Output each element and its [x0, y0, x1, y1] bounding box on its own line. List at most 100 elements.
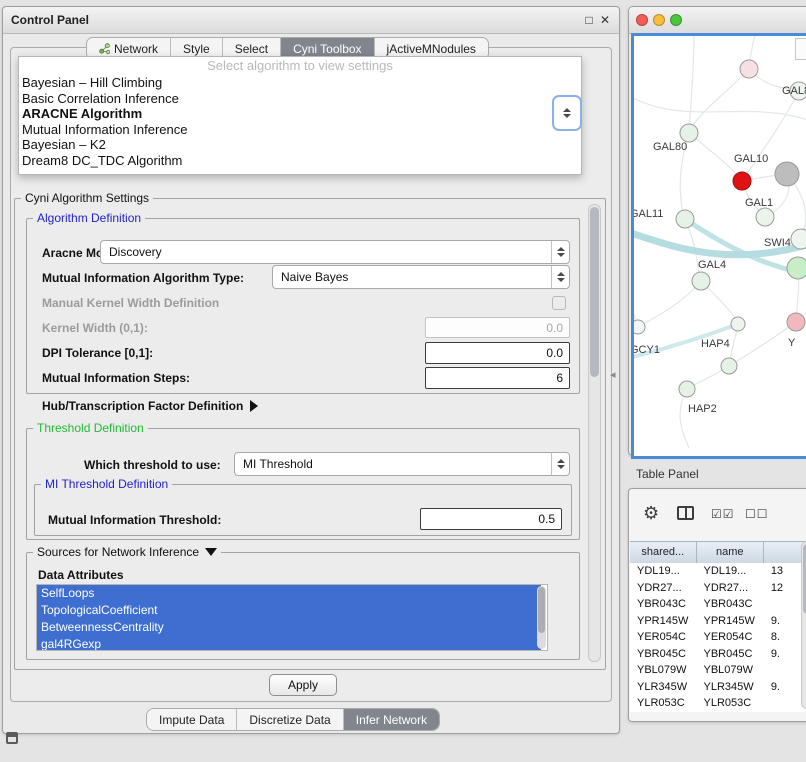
- mi-threshold-input[interactable]: [420, 508, 562, 530]
- panel-collapse-icon[interactable]: ◂: [610, 368, 616, 381]
- dpi-tolerance-input[interactable]: [425, 342, 570, 364]
- manual-kernel-checkbox[interactable]: [552, 296, 566, 310]
- settings-scrollbar[interactable]: [588, 204, 601, 662]
- cell-value: [764, 695, 806, 712]
- network-node-selected[interactable]: [733, 172, 751, 190]
- cell-shared-name: YLR053C: [630, 695, 697, 712]
- mi-steps-input[interactable]: [425, 367, 570, 389]
- cyni-bottom-tabbar: Impute Data Discretize Data Infer Networ…: [146, 708, 440, 731]
- list-item[interactable]: SelfLoops: [37, 585, 541, 602]
- deselect-all-checkboxes-icon[interactable]: ☐☐: [745, 507, 769, 521]
- restore-panel-icon[interactable]: [6, 732, 18, 744]
- network-node[interactable]: [775, 162, 799, 186]
- kernel-width-label: Kernel Width (0,1):: [42, 321, 148, 335]
- close-icon[interactable]: ✕: [597, 13, 613, 27]
- zoom-traffic-light[interactable]: [670, 14, 682, 26]
- network-node[interactable]: [721, 358, 737, 374]
- table-row[interactable]: YBL079W YBL079W: [630, 662, 806, 679]
- network-viewport[interactable]: GAL8 GAL80 GAL10 GAL11 GAL1 SWI4 GAL4 GC…: [631, 33, 806, 459]
- sources-toggle[interactable]: Sources for Network Inference: [33, 545, 221, 559]
- table-row[interactable]: YBR043C YBR043C: [630, 596, 806, 613]
- algorithm-option[interactable]: Bayesian – K2: [19, 137, 581, 153]
- gear-icon[interactable]: ⚙: [643, 503, 659, 524]
- data-attributes-label: Data Attributes: [38, 568, 124, 582]
- chevron-down-icon: [205, 548, 217, 556]
- sources-title: Sources for Network Inference: [37, 545, 199, 559]
- aracne-mode-value: Discovery: [101, 245, 551, 259]
- list-scrollbar-thumb[interactable]: [538, 587, 545, 633]
- node-label: GAL4: [698, 259, 726, 271]
- settings-scrollbar-thumb[interactable]: [590, 207, 599, 377]
- network-node[interactable]: [791, 229, 806, 249]
- network-graph: GAL8 GAL80 GAL10 GAL11 GAL1 SWI4 GAL4 GC…: [634, 36, 806, 450]
- list-item[interactable]: TopologicalCoefficient: [37, 602, 541, 619]
- column-header-3[interactable]: [764, 542, 806, 564]
- aracne-mode-select[interactable]: Discovery: [100, 240, 570, 264]
- cell-value: 9.: [764, 679, 806, 696]
- kernel-width-input[interactable]: [425, 317, 570, 338]
- list-item[interactable]: BetweennessCentrality: [37, 619, 541, 636]
- list-scrollbar[interactable]: [537, 586, 546, 649]
- tab-impute-data[interactable]: Impute Data: [147, 709, 237, 730]
- network-node[interactable]: [787, 313, 805, 331]
- network-scrollbar[interactable]: [795, 38, 806, 60]
- column-mapping-icon[interactable]: [677, 506, 694, 520]
- mi-steps-label: Mutual Information Steps:: [42, 371, 190, 385]
- cell-name: YLR345W: [697, 679, 764, 696]
- node-label: HAP2: [688, 403, 717, 415]
- cell-shared-name: YBL079W: [630, 662, 697, 679]
- algorithm-option[interactable]: Mutual Information Inference: [19, 122, 581, 138]
- select-all-checkboxes-icon[interactable]: ☑☑: [711, 507, 735, 521]
- mi-threshold-group-title: MI Threshold Definition: [41, 477, 172, 491]
- table-row[interactable]: YLR345W YLR345W 9.: [630, 679, 806, 696]
- table-row[interactable]: YDR27... YDR27... 12: [630, 580, 806, 597]
- network-node[interactable]: [634, 320, 645, 334]
- cell-name: YER054C: [697, 629, 764, 646]
- algorithm-option[interactable]: Bayesian – Hill Climbing: [19, 75, 581, 91]
- which-threshold-select[interactable]: MI Threshold: [234, 452, 570, 476]
- chevron-right-icon: [250, 400, 258, 412]
- tab-discretize-data[interactable]: Discretize Data: [237, 709, 343, 730]
- table-header-row: shared... name: [630, 541, 806, 565]
- combo-arrows-icon: [551, 266, 569, 288]
- algorithm-placeholder: Select algorithm to view settings: [19, 57, 581, 75]
- cell-name: YPR145W: [697, 613, 764, 630]
- algorithm-option-selected[interactable]: ARACNE Algorithm: [19, 106, 581, 122]
- network-node[interactable]: [680, 124, 698, 142]
- table-row[interactable]: YDL19... YDL19... 13: [630, 563, 806, 580]
- algorithm-option[interactable]: Basic Correlation Inference: [19, 91, 581, 107]
- tab-infer-network-label: Infer Network: [356, 713, 427, 727]
- table-row[interactable]: YLR053C YLR053C: [630, 695, 806, 712]
- which-threshold-value: MI Threshold: [235, 457, 551, 471]
- data-attributes-list[interactable]: SelfLoops TopologicalCoefficient Between…: [36, 584, 548, 651]
- algorithm-option[interactable]: Dream8 DC_TDC Algorithm: [19, 153, 581, 169]
- table-scrollbar[interactable]: [801, 541, 806, 709]
- network-node[interactable]: [756, 208, 774, 226]
- hub-definition-toggle[interactable]: Hub/Transcription Factor Definition: [42, 399, 258, 413]
- column-header-shared-name[interactable]: shared...: [630, 542, 697, 564]
- network-node[interactable]: [692, 272, 710, 290]
- tab-select-label: Select: [235, 42, 268, 56]
- minimize-traffic-light[interactable]: [653, 14, 665, 26]
- network-node[interactable]: [679, 381, 695, 397]
- list-item[interactable]: gal4RGexp: [37, 636, 541, 651]
- column-header-name[interactable]: name: [697, 542, 764, 564]
- close-traffic-light[interactable]: [636, 14, 648, 26]
- network-node[interactable]: [676, 210, 694, 228]
- table-row[interactable]: YPR145W YPR145W 9.: [630, 613, 806, 630]
- network-node[interactable]: [731, 317, 745, 331]
- table-row[interactable]: YER054C YER054C 8.: [630, 629, 806, 646]
- algorithm-combo-arrow[interactable]: [552, 95, 582, 131]
- tab-discretize-data-label: Discretize Data: [249, 713, 330, 727]
- tab-infer-network[interactable]: Infer Network: [344, 709, 439, 730]
- network-node[interactable]: [787, 257, 806, 279]
- mi-threshold-label: Mutual Information Threshold:: [48, 513, 221, 527]
- table-row[interactable]: YBR045C YBR045C 9.: [630, 646, 806, 663]
- float-window-icon[interactable]: □: [581, 13, 597, 27]
- tab-jactivemnodules-label: jActiveMNodules: [387, 42, 476, 56]
- network-node[interactable]: [740, 60, 758, 78]
- column-divider: [685, 508, 687, 518]
- apply-button[interactable]: Apply: [269, 674, 337, 696]
- mi-type-select[interactable]: Naive Bayes: [272, 265, 570, 289]
- node-label: GAL8: [782, 85, 806, 97]
